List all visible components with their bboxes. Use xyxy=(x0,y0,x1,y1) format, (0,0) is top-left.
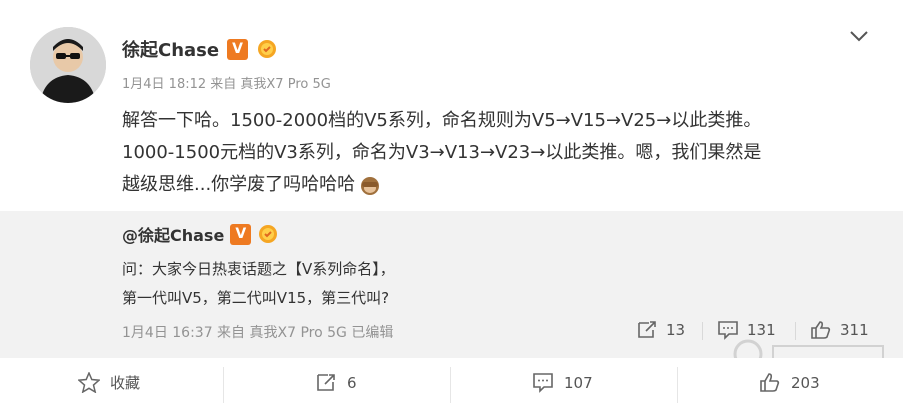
star-icon xyxy=(78,372,100,393)
repost-button[interactable]: 6 xyxy=(315,372,357,393)
post-text-line3: 越级思维...你学废了吗哈哈哈 xyxy=(122,174,356,195)
avatar[interactable] xyxy=(30,27,106,103)
divider xyxy=(223,367,224,403)
post-text-line3-row: 越级思维...你学废了吗哈哈哈 xyxy=(122,169,882,201)
author-name[interactable]: 徐起Chase xyxy=(122,36,219,62)
comment-icon xyxy=(533,373,553,393)
comment-count: 107 xyxy=(564,373,593,392)
quoted-repost-button[interactable]: 13 xyxy=(636,320,685,340)
medal-icon xyxy=(257,223,279,245)
quoted-author-row: @徐起Chase V xyxy=(122,222,279,246)
divider xyxy=(702,322,703,340)
like-count: 203 xyxy=(791,373,820,392)
author-row: 徐起Chase V xyxy=(122,36,278,62)
divider xyxy=(677,367,678,403)
chevron-down-icon[interactable] xyxy=(848,28,870,44)
verified-v-icon: V xyxy=(230,223,252,245)
favorite-button[interactable]: 收藏 xyxy=(78,372,140,393)
quoted-author-name[interactable]: @徐起Chase xyxy=(122,222,224,246)
quoted-text-line1: 问：大家今日热衷话题之【V系列命名】， xyxy=(122,260,395,278)
like-icon xyxy=(760,373,780,392)
verified-v-icon: V xyxy=(227,38,249,60)
post-body: 解答一下哈。1500-2000档的V5系列，命名规则为V5→V15→V25→以此… xyxy=(122,105,882,201)
comment-button[interactable]: 107 xyxy=(532,372,593,393)
quoted-repost-count: 13 xyxy=(666,321,686,339)
repost-count: 6 xyxy=(347,373,357,392)
medal-icon xyxy=(256,38,278,60)
repost-icon xyxy=(317,374,335,391)
quoted-meta: 1月4日 16:37 来自 真我X7 Pro 5G 已编辑 xyxy=(122,325,394,341)
repost-icon xyxy=(638,321,656,338)
post-meta: 1月4日 18:12 来自 真我X7 Pro 5G xyxy=(122,77,331,92)
quoted-text-line2: 第一代叫V5，第二代叫V15，第三代叫? xyxy=(122,289,390,307)
post-text-line2: 1000-1500元档的V3系列，命名为V3→V13→V23→以此类推。嗯，我们… xyxy=(122,142,762,163)
like-button[interactable]: 203 xyxy=(759,372,820,393)
post-text-line1: 解答一下哈。1500-2000档的V5系列，命名规则为V5→V15→V25→以此… xyxy=(122,110,762,131)
weibo-post-card: 徐起Chase V 1月4日 18:12 来自 真我X7 Pro 5G 解答一下… xyxy=(0,0,903,417)
divider xyxy=(450,367,451,403)
see-no-evil-monkey-icon xyxy=(359,174,381,196)
favorite-label: 收藏 xyxy=(110,374,141,392)
